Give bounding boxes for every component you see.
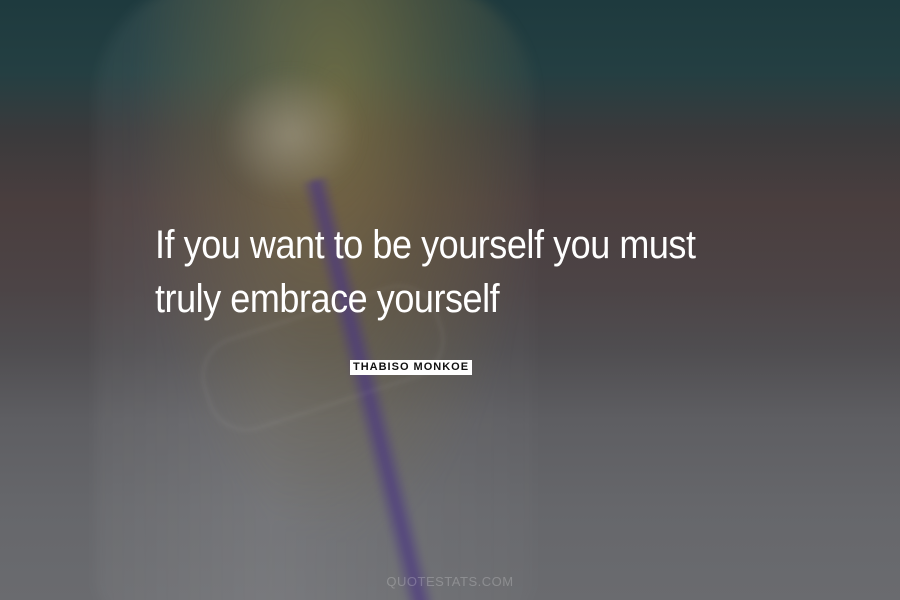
background-highlight bbox=[220, 70, 360, 200]
quote-line-1: If you want to be yourself you must bbox=[155, 223, 696, 267]
watermark: QUOTESTATS.COM bbox=[386, 574, 514, 589]
quote-image: If you want to be yourself you must trul… bbox=[0, 0, 900, 600]
quote-line-2: truly embrace yourself bbox=[155, 277, 500, 321]
quote-text: If you want to be yourself you must trul… bbox=[155, 218, 731, 326]
author-label: THABISO MONKOE bbox=[350, 360, 473, 375]
